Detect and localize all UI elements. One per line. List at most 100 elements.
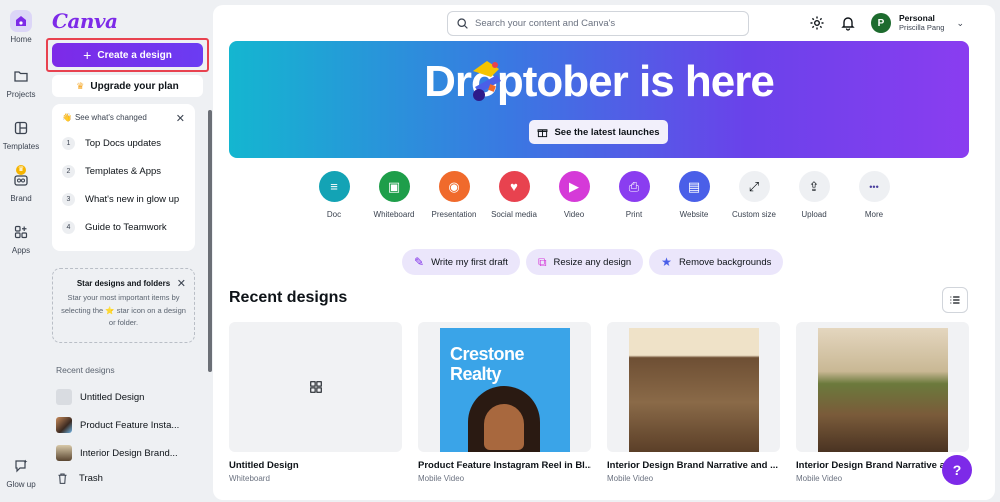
help-button[interactable]: ? [942, 455, 972, 485]
design-thumbnail: Crestone Realty [418, 322, 591, 452]
list-view-button[interactable] [942, 287, 968, 313]
recent-item-label: Product Feature Insta... [80, 419, 180, 431]
create-design-label: Create a design [97, 49, 172, 61]
step-number: 4 [62, 221, 75, 234]
recent-item[interactable]: Untitled Design [56, 389, 206, 405]
trash-item[interactable]: Trash [56, 472, 103, 485]
avatar: P [871, 13, 891, 33]
shortcut-label: Custom size [731, 210, 776, 219]
reel-overlay-text: Crestone Realty [450, 344, 525, 384]
rail-label: Glow up [6, 480, 36, 489]
change-item-label: Top Docs updates [85, 138, 162, 149]
resize-design-chip[interactable]: ⧉ Resize any design [525, 249, 644, 275]
rail-templates[interactable]: Templates [0, 117, 42, 151]
interior-preview [629, 328, 759, 452]
chevron-down-icon: ⌄ [956, 17, 964, 28]
rail-apps[interactable]: Apps [0, 221, 42, 255]
design-name: Untitled Design [229, 460, 299, 471]
close-icon[interactable]: ✕ [176, 112, 185, 125]
party-popper-sticker-icon [473, 61, 501, 101]
rail-home[interactable]: Home [0, 10, 42, 44]
see-latest-launches-button[interactable]: See the latest launches [529, 120, 668, 144]
step-number: 1 [62, 137, 75, 150]
design-card[interactable]: Interior Design Brand Narrative an... Mo… [796, 322, 969, 483]
step-number: 2 [62, 165, 75, 178]
change-item[interactable]: 4 Guide to Teamwork [62, 221, 185, 234]
account-switcher[interactable]: P Personal Priscilla Pang ⌄ [871, 13, 964, 33]
recent-item[interactable]: Product Feature Insta... [56, 417, 206, 433]
shortcut-label: Whiteboard [373, 210, 415, 219]
change-item[interactable]: 1 Top Docs updates [62, 137, 185, 150]
plus-icon: + [83, 47, 92, 63]
shortcut-label: Upload [801, 210, 827, 219]
trash-label: Trash [79, 473, 103, 484]
whiteboard-icon: ▣ [378, 171, 410, 202]
reel-preview: Crestone Realty [440, 328, 570, 452]
notification-bell-icon[interactable] [840, 15, 856, 31]
search-input[interactable] [475, 18, 735, 29]
create-design-button[interactable]: + Create a design [52, 43, 203, 67]
recent-designs-heading: Recent designs [56, 365, 115, 375]
sidebar: Canva + Create a design ♛ Upgrade your p… [42, 0, 212, 502]
shortcut-label: Social media [491, 210, 537, 219]
recent-item-label: Untitled Design [80, 391, 145, 403]
apps-icon [10, 221, 32, 243]
rail-glow-up[interactable]: Glow up [0, 455, 42, 489]
change-item-label: What's new in glow up [85, 194, 180, 205]
left-rail: Home Projects Templates ♛ Brand Apps Glo… [0, 0, 42, 502]
step-number: 3 [62, 193, 75, 206]
account-name: Personal [899, 13, 935, 23]
whats-changed-title-text: See what's changed [74, 113, 147, 122]
change-item-label: Guide to Teamwork [85, 222, 167, 233]
shortcut-label: Website [679, 210, 709, 219]
design-thumbnail [56, 445, 72, 461]
design-thumbnail [229, 322, 402, 452]
face-image [484, 404, 524, 450]
hero-banner: Droptober is here See the latest launche… [229, 41, 969, 158]
more-dots-icon: ••• [858, 171, 890, 202]
design-type-shortcuts: ≡ Doc ▣ Whiteboard ◉ Presentation ♥ Social m… [299, 171, 899, 227]
whats-changed-title: 👋 See what's changed [62, 113, 185, 122]
shortcut-more[interactable]: ••• More [839, 171, 909, 219]
rail-label: Apps [11, 246, 31, 255]
remove-backgrounds-chip[interactable]: ★ Remove backgrounds [649, 249, 784, 275]
design-type: Mobile Video [418, 474, 465, 483]
recent-item[interactable]: Interior Design Brand... [56, 445, 206, 461]
canva-logo[interactable]: Canva [52, 9, 118, 33]
search-icon [457, 18, 468, 29]
rail-label: Templates [2, 142, 40, 151]
printer-icon: ⎙ [618, 171, 650, 202]
close-icon[interactable]: ✕ [177, 277, 186, 290]
design-type: Mobile Video [607, 474, 654, 483]
settings-gear-icon[interactable] [809, 15, 825, 31]
design-thumbnail [607, 322, 780, 452]
folder-icon [10, 65, 32, 87]
chip-label: Resize any design [553, 256, 632, 268]
see-latest-launches-label: See the latest launches [554, 126, 660, 138]
wave-icon: 👋 [62, 113, 72, 122]
design-thumbnail [56, 417, 72, 433]
search-bar[interactable] [447, 11, 749, 36]
home-icon [10, 10, 32, 32]
change-item[interactable]: 2 Templates & Apps [62, 165, 185, 178]
account-user: Priscilla Pang [899, 23, 945, 32]
write-first-draft-chip[interactable]: ✎ Write my first draft [402, 249, 520, 275]
change-item[interactable]: 3 What's new in glow up [62, 193, 185, 206]
rail-brand[interactable]: ♛ Brand [0, 165, 42, 203]
design-card[interactable]: Untitled Design Whiteboard [229, 322, 402, 483]
design-type: Whiteboard [229, 474, 270, 483]
templates-icon [10, 117, 32, 139]
whats-changed-panel: 👋 See what's changed ✕ 1 Top Docs updates… [52, 104, 195, 251]
upgrade-label: Upgrade your plan [90, 80, 179, 92]
upgrade-plan-button[interactable]: ♛ Upgrade your plan [52, 75, 203, 97]
chip-label: Write my first draft [431, 256, 508, 268]
design-card[interactable]: Interior Design Brand Narrative and ... … [607, 322, 780, 483]
whiteboard-grid-icon [310, 381, 322, 393]
rail-projects[interactable]: Projects [0, 65, 42, 99]
crown-icon: ♛ [76, 80, 85, 91]
presentation-icon: ◉ [438, 171, 470, 202]
recent-item-label: Interior Design Brand... [80, 447, 178, 459]
sidebar-scrollbar[interactable] [208, 110, 212, 372]
design-card[interactable]: Crestone Realty Product Feature Instagra… [418, 322, 591, 483]
shortcut-label: Doc [326, 210, 342, 219]
